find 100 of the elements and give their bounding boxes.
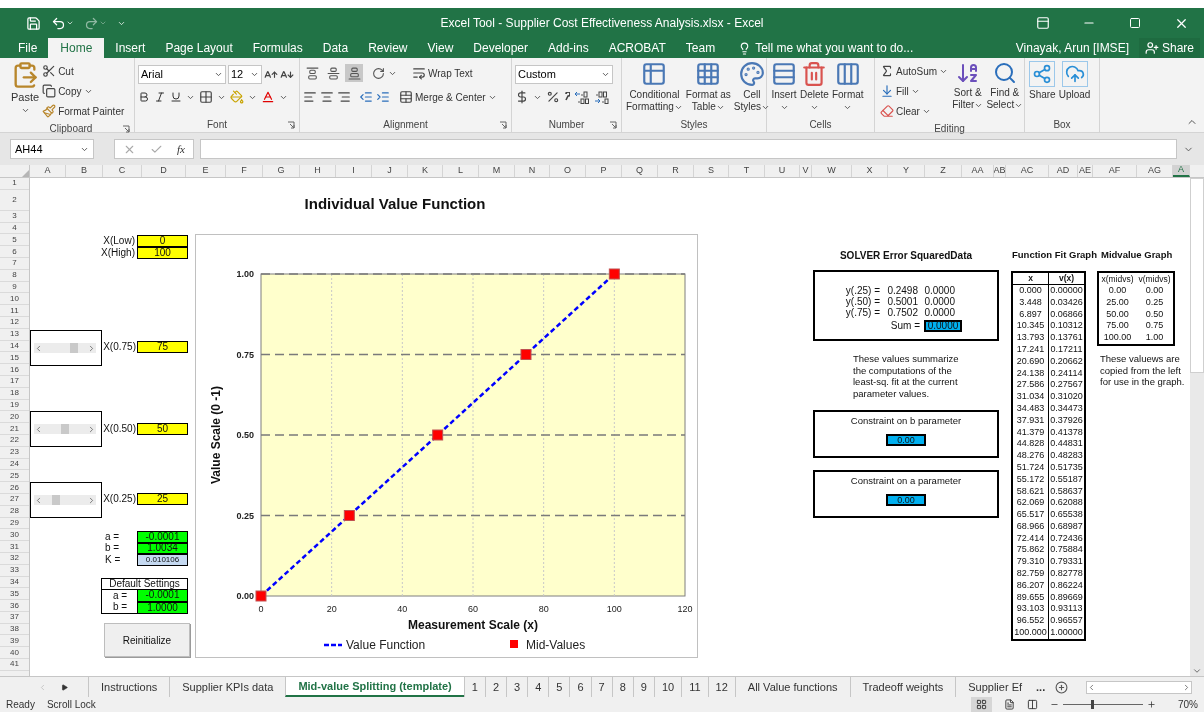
column-header[interactable]: M <box>479 165 515 177</box>
align-center-icon[interactable] <box>320 90 334 104</box>
column-header[interactable]: S <box>694 165 729 177</box>
column-header[interactable]: W <box>812 165 852 177</box>
ribbon-tab[interactable]: File <box>9 38 47 58</box>
column-header[interactable]: X <box>852 165 888 177</box>
tell-me-field[interactable]: Tell me what you want to do... <box>755 39 936 57</box>
row-header[interactable]: 6 <box>0 246 29 258</box>
ribbon-tab[interactable]: ACROBAT <box>599 38 675 58</box>
fill-color-icon[interactable] <box>230 90 244 104</box>
row-header[interactable]: 1 <box>0 178 29 190</box>
column-header[interactable]: AD <box>1049 165 1078 177</box>
row-header[interactable]: 39 <box>0 635 29 648</box>
zoom-in-icon[interactable] <box>1147 700 1156 709</box>
comma-style-icon[interactable] <box>564 92 570 102</box>
row-header[interactable]: 41 <box>0 659 29 671</box>
ribbon-display-icon[interactable] <box>1036 16 1050 30</box>
column-header[interactable]: G <box>263 165 300 177</box>
currency-icon[interactable] <box>515 90 529 104</box>
row-header[interactable]: 16 <box>0 364 29 376</box>
zoom-level[interactable]: 70% <box>1168 697 1198 712</box>
formula-input[interactable] <box>199 139 1177 159</box>
copy-button[interactable]: Copy <box>40 81 127 101</box>
borders-icon[interactable] <box>199 90 213 104</box>
row-header[interactable]: 29 <box>0 517 29 530</box>
scroll-right-icon[interactable] <box>87 424 96 434</box>
box-share-button[interactable]: Share <box>1028 61 1057 101</box>
column-header[interactable]: D <box>142 165 186 177</box>
column-header[interactable]: V <box>800 165 812 177</box>
column-header[interactable]: R <box>658 165 694 177</box>
row-header[interactable]: 34 <box>0 576 29 589</box>
vertical-align-button[interactable] <box>345 64 363 82</box>
format-as-table-button[interactable]: Format as Table <box>684 61 732 113</box>
ribbon-tab[interactable]: Home <box>48 38 105 58</box>
column-header[interactable]: Y <box>888 165 925 177</box>
row-header[interactable]: 19 <box>0 399 29 412</box>
row-header[interactable]: 13 <box>0 328 29 341</box>
zoom-thumb[interactable] <box>1091 700 1094 709</box>
row-header[interactable]: 3 <box>0 210 29 223</box>
scroll-right-icon[interactable] <box>87 495 96 505</box>
row-header[interactable]: 8 <box>0 269 29 282</box>
input-cell[interactable]: 75 <box>137 341 188 353</box>
orientation-icon[interactable] <box>372 66 385 80</box>
ribbon-tab[interactable]: Add-ins <box>539 38 598 58</box>
dialog-launcher-icon[interactable] <box>287 121 295 129</box>
insert-function-button[interactable]: fx <box>177 140 185 158</box>
row-header[interactable]: 25 <box>0 470 29 483</box>
dialog-launcher-icon[interactable] <box>609 121 617 129</box>
column-header[interactable]: K <box>408 165 443 177</box>
ribbon-tab[interactable]: Formulas <box>243 38 312 58</box>
column-header[interactable]: AC <box>1006 165 1049 177</box>
scroll-right-icon[interactable] <box>87 343 96 353</box>
increase-decimal-icon[interactable] <box>574 90 590 104</box>
page-break-icon[interactable] <box>1027 699 1038 710</box>
horizontal-scrollbar[interactable] <box>1086 680 1192 694</box>
bold-icon[interactable] <box>138 91 150 103</box>
row-header[interactable]: 4 <box>0 222 29 235</box>
column-header[interactable]: AE <box>1078 165 1093 177</box>
cell-styles-button[interactable]: Cell Styles <box>732 61 772 113</box>
dropdown-caret-icon[interactable] <box>66 19 74 27</box>
clear-button[interactable]: Clear <box>878 101 951 121</box>
maximize-icon[interactable] <box>1129 17 1141 29</box>
row-header[interactable]: 26 <box>0 482 29 494</box>
input-cell[interactable]: 25 <box>137 493 188 505</box>
share-button[interactable]: Share <box>1138 38 1200 58</box>
font-name-dropdown[interactable]: Arial <box>138 65 226 84</box>
font-color-icon[interactable] <box>261 90 275 104</box>
column-header[interactable]: T <box>729 165 765 177</box>
column-header[interactable]: Q <box>622 165 658 177</box>
row-header[interactable]: 23 <box>0 446 29 459</box>
row-header[interactable]: 18 <box>0 387 29 400</box>
decrease-decimal-icon[interactable] <box>594 90 610 104</box>
scroll-left-icon[interactable] <box>34 343 43 353</box>
decrease-indent-icon[interactable] <box>359 90 373 104</box>
normal-view-button[interactable] <box>971 697 992 712</box>
ribbon-tab[interactable]: Team <box>676 38 725 58</box>
delete-button[interactable]: Delete <box>799 61 830 112</box>
align-left-icon[interactable] <box>303 90 317 104</box>
paste-button[interactable]: Paste <box>11 61 40 115</box>
name-box[interactable]: AH44 <box>10 139 94 159</box>
ribbon-tab[interactable]: Page Layout <box>156 38 242 58</box>
increase-indent-icon[interactable] <box>376 90 390 104</box>
new-sheet-icon[interactable] <box>1055 680 1069 694</box>
ribbon-tab[interactable]: Review <box>359 38 417 58</box>
more-sheets-button[interactable]: ... <box>1034 677 1048 697</box>
column-header[interactable]: C <box>103 165 142 177</box>
column-header[interactable]: J <box>372 165 408 177</box>
find-select-button[interactable]: Find & Select <box>985 61 1025 111</box>
align-right-icon[interactable] <box>337 90 351 104</box>
row-header[interactable]: 30 <box>0 529 29 542</box>
italic-icon[interactable] <box>154 91 166 103</box>
ribbon-tab[interactable]: Insert <box>106 38 155 58</box>
ribbon-tab[interactable]: View <box>418 38 463 58</box>
cut-button[interactable]: Cut <box>40 61 127 81</box>
row-header[interactable]: 31 <box>0 541 29 553</box>
insert-button[interactable]: Insert <box>770 61 798 112</box>
row-header[interactable]: 27 <box>0 493 29 506</box>
column-header[interactable]: P <box>586 165 622 177</box>
ribbon-tab[interactable]: Developer <box>464 38 537 58</box>
scroll-left-icon[interactable] <box>34 495 43 505</box>
